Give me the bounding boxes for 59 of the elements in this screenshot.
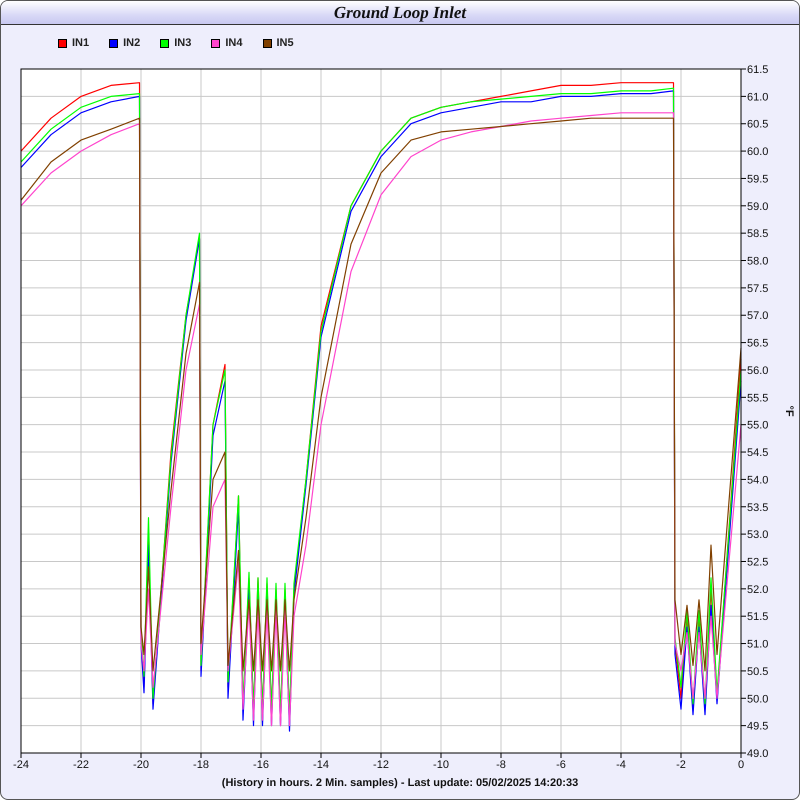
x-tick [560, 752, 562, 758]
y-tick-label: 55.0 [747, 420, 768, 432]
x-tick [440, 752, 442, 758]
y-tick-label: 54.0 [747, 474, 768, 486]
x-tick-label: -4 [616, 759, 626, 771]
x-tick [680, 752, 682, 758]
x-tick-label: -14 [313, 759, 329, 771]
x-tick-label: 0 [738, 759, 744, 771]
x-tick-label: -18 [193, 759, 209, 771]
x-tick [200, 752, 202, 758]
y-tick-label: 53.5 [747, 502, 768, 514]
x-axis-label: (History in hours. 2 Min. samples) - Last update: 05/02/2025 14:20:33 [222, 776, 578, 789]
y-tick-label: 55.5 [747, 392, 768, 404]
y-tick-label: 58.5 [747, 228, 768, 240]
y-tick-label: 49.5 [747, 720, 768, 733]
y-tick-label: 49.0 [747, 748, 768, 760]
y-axis-label: °F [783, 405, 795, 417]
y-tick-label: 57.5 [747, 282, 768, 295]
window-title: Ground Loop Inlet [334, 2, 466, 22]
y-tick-label: 52.0 [747, 584, 768, 596]
x-tick-label: -6 [556, 759, 566, 771]
y-tick-label: 51.5 [747, 611, 768, 624]
y-tick-label: 57.0 [747, 310, 768, 322]
y-tick-label: 54.5 [747, 447, 768, 460]
y-tick-label: 56.5 [747, 338, 768, 350]
x-tick-label: -20 [133, 759, 149, 771]
y-tick-label: 59.5 [747, 173, 768, 186]
x-tick [320, 752, 322, 758]
y-tick-label: 50.0 [747, 693, 768, 706]
x-tick [140, 752, 142, 758]
legend-label: IN3 [174, 37, 192, 49]
y-tick-label: 58.0 [747, 256, 768, 268]
y-tick-label: 56.0 [747, 364, 768, 377]
x-tick [620, 752, 622, 758]
y-tick-label: 61.0 [747, 91, 768, 104]
y-tick-label: 59.0 [747, 200, 768, 213]
x-tick-label: -16 [253, 759, 269, 771]
x-tick [20, 752, 22, 758]
y-tick-label: 51.0 [747, 638, 768, 651]
x-tick-label: -24 [13, 759, 29, 771]
x-tick-label: -2 [676, 759, 686, 771]
x-tick-label: -22 [73, 759, 89, 771]
legend-label: IN1 [72, 37, 90, 49]
legend-label: IN4 [225, 37, 242, 49]
y-tick-label: 50.5 [747, 666, 768, 678]
x-tick [500, 752, 502, 758]
y-tick-label: 52.5 [747, 556, 768, 568]
x-tick-label: -12 [373, 759, 389, 771]
y-tick-label: 53.0 [747, 529, 768, 542]
x-tick-label: -8 [496, 759, 506, 771]
y-tick-label: 60.5 [747, 118, 768, 131]
legend-label: IN2 [123, 37, 140, 49]
x-tick [80, 752, 82, 758]
legend-label: IN5 [276, 37, 294, 49]
y-tick-label: 61.5 [747, 64, 768, 76]
x-tick-label: -10 [433, 759, 449, 771]
x-tick [380, 752, 382, 758]
y-tick-label: 60.0 [747, 146, 768, 158]
x-tick [260, 752, 262, 758]
